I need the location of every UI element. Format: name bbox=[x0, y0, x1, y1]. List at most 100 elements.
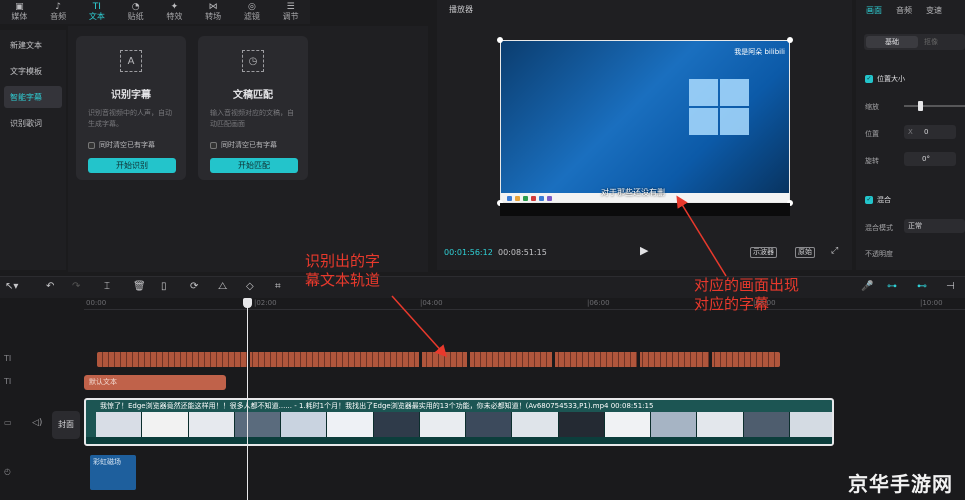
scale-slider[interactable] bbox=[904, 101, 965, 111]
rotate-icon[interactable]: ◇ bbox=[246, 281, 254, 292]
video-clip-title: 我惊了！Edge浏览器竟然还能这样用！！很多人都不知道...... - 1.耗时… bbox=[100, 402, 654, 410]
original-ratio-button[interactable]: 原始 bbox=[795, 247, 815, 258]
snap-icon[interactable]: ⊷ bbox=[917, 281, 927, 292]
timeline-toolbar: ↖▾ ↶ ↷ ⌶ 🗑 ▯ ⟳ ⧍ ◇ ⌗ 🎤 ⊶ ⊷ ⊣ bbox=[0, 276, 965, 298]
tool-sticker[interactable]: ◔ 贴纸 bbox=[116, 0, 155, 24]
letterbox-bar bbox=[500, 203, 790, 216]
fullscreen-icon[interactable]: ⤢ bbox=[831, 246, 838, 256]
media-icon: ▣ bbox=[15, 2, 24, 12]
tool-label: 媒体 bbox=[11, 12, 28, 21]
tool-adjust[interactable]: ☰ 调节 bbox=[271, 0, 310, 24]
nav-lyrics[interactable]: 识别歌词 bbox=[4, 112, 62, 134]
rotate-label: 旋转 bbox=[865, 157, 879, 165]
scope-button[interactable]: 示波器 bbox=[750, 247, 777, 258]
checkbox-icon[interactable] bbox=[88, 141, 95, 149]
tick-label: |06:00 bbox=[587, 299, 610, 307]
opacity-label: 不透明度 bbox=[865, 250, 893, 258]
check-icon[interactable]: ✓ bbox=[865, 196, 873, 204]
subtitle-recognize-icon: A bbox=[120, 50, 142, 72]
tick-label: 00:00 bbox=[86, 299, 107, 307]
link-icon[interactable]: ⊶ bbox=[887, 281, 897, 292]
total-time: 00:08:51:15 bbox=[498, 248, 547, 257]
text-track-icon: TI bbox=[4, 377, 12, 386]
clear-existing-checkbox[interactable]: 同时清空已有字幕 bbox=[88, 140, 155, 150]
redo-icon[interactable]: ↷ bbox=[72, 281, 80, 292]
freeze-icon[interactable]: ▯ bbox=[161, 281, 167, 292]
nav-text-template[interactable]: 文字模板 bbox=[4, 60, 62, 82]
resize-handle[interactable] bbox=[497, 37, 503, 43]
checkbox-icon[interactable] bbox=[210, 141, 217, 149]
delete-icon[interactable]: 🗑 bbox=[133, 281, 146, 292]
tool-media[interactable]: ▣ 媒体 bbox=[0, 0, 39, 24]
position-x-value: 0 bbox=[923, 128, 929, 136]
tool-label: 特效 bbox=[166, 12, 183, 21]
blend-section[interactable]: ✓ 混合 bbox=[865, 195, 891, 205]
pos-size-section[interactable]: ✓ 位置大小 bbox=[865, 74, 905, 84]
reverse-icon[interactable]: ⟳ bbox=[190, 281, 198, 292]
resize-handle[interactable] bbox=[787, 37, 793, 43]
select-tool-icon[interactable]: ↖▾ bbox=[5, 281, 18, 292]
subtitle-track[interactable] bbox=[97, 352, 780, 367]
tool-filter[interactable]: ◎ 滤镜 bbox=[233, 0, 272, 24]
tool-audio[interactable]: ♪ 音频 bbox=[39, 0, 78, 24]
timeline[interactable]: 00:00 |02:00 |04:00 |06:00 |08:00 |10:00… bbox=[0, 298, 965, 500]
video-clip[interactable]: 我惊了！Edge浏览器竟然还能这样用！！很多人都不知道...... - 1.耗时… bbox=[84, 398, 834, 446]
time-ruler[interactable]: 00:00 |02:00 |04:00 |06:00 |08:00 |10:00 bbox=[84, 298, 965, 310]
tool-effects[interactable]: ✦ 特效 bbox=[155, 0, 194, 24]
seg-keying[interactable]: 抠像 bbox=[924, 36, 938, 48]
tab-audio[interactable]: 音频 bbox=[896, 5, 912, 16]
player-title: 播放器 bbox=[449, 5, 473, 14]
filter-icon: ◎ bbox=[247, 2, 256, 12]
section-label: 位置大小 bbox=[877, 75, 905, 83]
start-recognize-button[interactable]: 开始识别 bbox=[88, 158, 176, 173]
properties-panel: 画面 音频 变速 基础 抠像 ✓ 位置大小 缩放 位置 X 0 旋转 0° ✓ 混合… bbox=[856, 0, 965, 270]
position-x-field[interactable]: X 0 bbox=[904, 125, 956, 139]
tab-speed[interactable]: 变速 bbox=[926, 5, 942, 16]
slider-knob[interactable] bbox=[918, 101, 923, 111]
annotation-left-line1: 识别出的字 bbox=[305, 252, 381, 270]
axis-label: X bbox=[908, 128, 913, 136]
audio-clip[interactable]: 彩虹磁场 bbox=[90, 455, 136, 490]
rotate-field[interactable]: 0° bbox=[904, 152, 956, 166]
default-text-clip[interactable]: 默认文本 bbox=[84, 375, 226, 390]
tool-transition[interactable]: ⋈ 转场 bbox=[194, 0, 233, 24]
seg-basic[interactable]: 基础 bbox=[866, 36, 918, 48]
nav-new-text[interactable]: 新建文本 bbox=[4, 34, 62, 56]
split-icon[interactable]: ⌶ bbox=[104, 281, 110, 292]
undo-icon[interactable]: ↶ bbox=[46, 281, 54, 292]
video-preview[interactable]: 我是阿朵 bilibili 对于那些还没有删 bbox=[500, 40, 790, 203]
crop-icon[interactable]: ⌗ bbox=[275, 281, 281, 292]
effects-icon: ✦ bbox=[170, 2, 179, 12]
tool-label: 音频 bbox=[50, 12, 67, 21]
mirror-icon[interactable]: ⧍ bbox=[218, 281, 227, 292]
play-icon[interactable]: ▶ bbox=[640, 244, 648, 257]
annotation-right-line2: 对应的字幕 bbox=[694, 295, 770, 313]
split-screen-icon[interactable]: ⊣ bbox=[946, 281, 955, 292]
annotation-left-line2: 幕文本轨道 bbox=[305, 271, 381, 289]
nav-smart-subtitle[interactable]: 智能字幕 bbox=[4, 86, 62, 108]
clip-thumbnails bbox=[96, 412, 832, 438]
recognize-subtitle-card: A 识别字幕 识别音视频中的人声，自动生成字幕。 同时清空已有字幕 开始识别 bbox=[76, 36, 186, 180]
tool-label: 调节 bbox=[282, 12, 299, 21]
script-match-card: ◷ 文稿匹配 输入音视频对应的文稿，自动匹配画面 同时清空已有字幕 开始匹配 bbox=[198, 36, 308, 180]
playhead[interactable] bbox=[243, 298, 252, 500]
start-match-button[interactable]: 开始匹配 bbox=[210, 158, 298, 173]
check-icon[interactable]: ✓ bbox=[865, 75, 873, 83]
adjust-icon: ☰ bbox=[286, 2, 295, 12]
tool-text[interactable]: TI 文本 bbox=[78, 0, 117, 24]
mute-icon[interactable]: ◁) bbox=[32, 418, 42, 428]
tab-picture[interactable]: 画面 bbox=[866, 5, 882, 16]
cover-button[interactable]: 封面 bbox=[52, 411, 80, 439]
clear-existing-checkbox[interactable]: 同时清空已有字幕 bbox=[210, 140, 277, 150]
blend-mode-label: 混合模式 bbox=[865, 224, 893, 232]
card-description: 识别音视频中的人声，自动生成字幕。 bbox=[88, 109, 172, 128]
video-track-icon: ▭ bbox=[4, 418, 12, 427]
script-match-icon: ◷ bbox=[242, 50, 264, 72]
text-icon: TI bbox=[92, 2, 101, 12]
tick-label: |10:00 bbox=[920, 299, 943, 307]
properties-tabs: 画面 音频 变速 bbox=[856, 0, 965, 20]
microphone-icon[interactable]: 🎤 bbox=[861, 281, 873, 292]
blend-mode-select[interactable]: 正常 bbox=[904, 219, 965, 233]
playhead-handle[interactable] bbox=[243, 298, 252, 308]
transition-icon: ⋈ bbox=[208, 2, 218, 12]
